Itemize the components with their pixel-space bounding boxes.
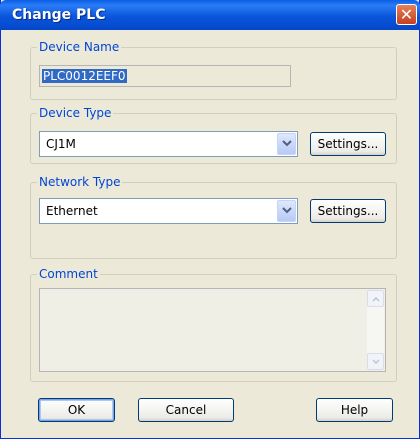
help-button[interactable]: Help — [316, 398, 393, 422]
window-title: Change PLC — [12, 7, 106, 23]
network-type-settings-button[interactable]: Settings... — [310, 199, 386, 223]
comment-textarea[interactable] — [39, 288, 386, 372]
device-type-select[interactable]: CJ1M — [39, 131, 298, 157]
close-icon[interactable]: ✕ — [396, 4, 417, 25]
cancel-button[interactable]: Cancel — [138, 398, 234, 422]
network-type-settings-label: Settings... — [317, 204, 379, 218]
device-name-legend: Device Name — [39, 40, 120, 54]
scroll-up-icon[interactable] — [367, 290, 384, 307]
comment-legend: Comment — [39, 267, 98, 281]
ok-label: OK — [67, 403, 86, 417]
help-label: Help — [340, 403, 369, 417]
device-type-settings-label: Settings... — [317, 137, 379, 151]
scroll-down-icon[interactable] — [367, 353, 384, 370]
comment-scrollbar[interactable] — [367, 290, 384, 370]
cancel-label: Cancel — [165, 403, 207, 417]
ok-button[interactable]: OK — [38, 398, 115, 422]
change-plc-dialog: Change PLC ✕ Device Name PLC0012EEF0 Dev… — [0, 0, 420, 439]
device-type-legend: Device Type — [39, 106, 112, 120]
device-name-field[interactable]: PLC0012EEF0 — [39, 65, 291, 87]
device-type-value: CJ1M — [46, 137, 76, 151]
device-name-value: PLC0012EEF0 — [42, 69, 127, 83]
title-bar[interactable]: Change PLC ✕ — [0, 0, 420, 30]
network-type-value: Ethernet — [46, 204, 98, 218]
device-type-settings-button[interactable]: Settings... — [310, 132, 386, 156]
network-type-select[interactable]: Ethernet — [39, 198, 298, 224]
network-type-legend: Network Type — [39, 175, 121, 189]
chevron-down-icon[interactable] — [277, 200, 296, 222]
chevron-down-icon[interactable] — [277, 133, 296, 155]
